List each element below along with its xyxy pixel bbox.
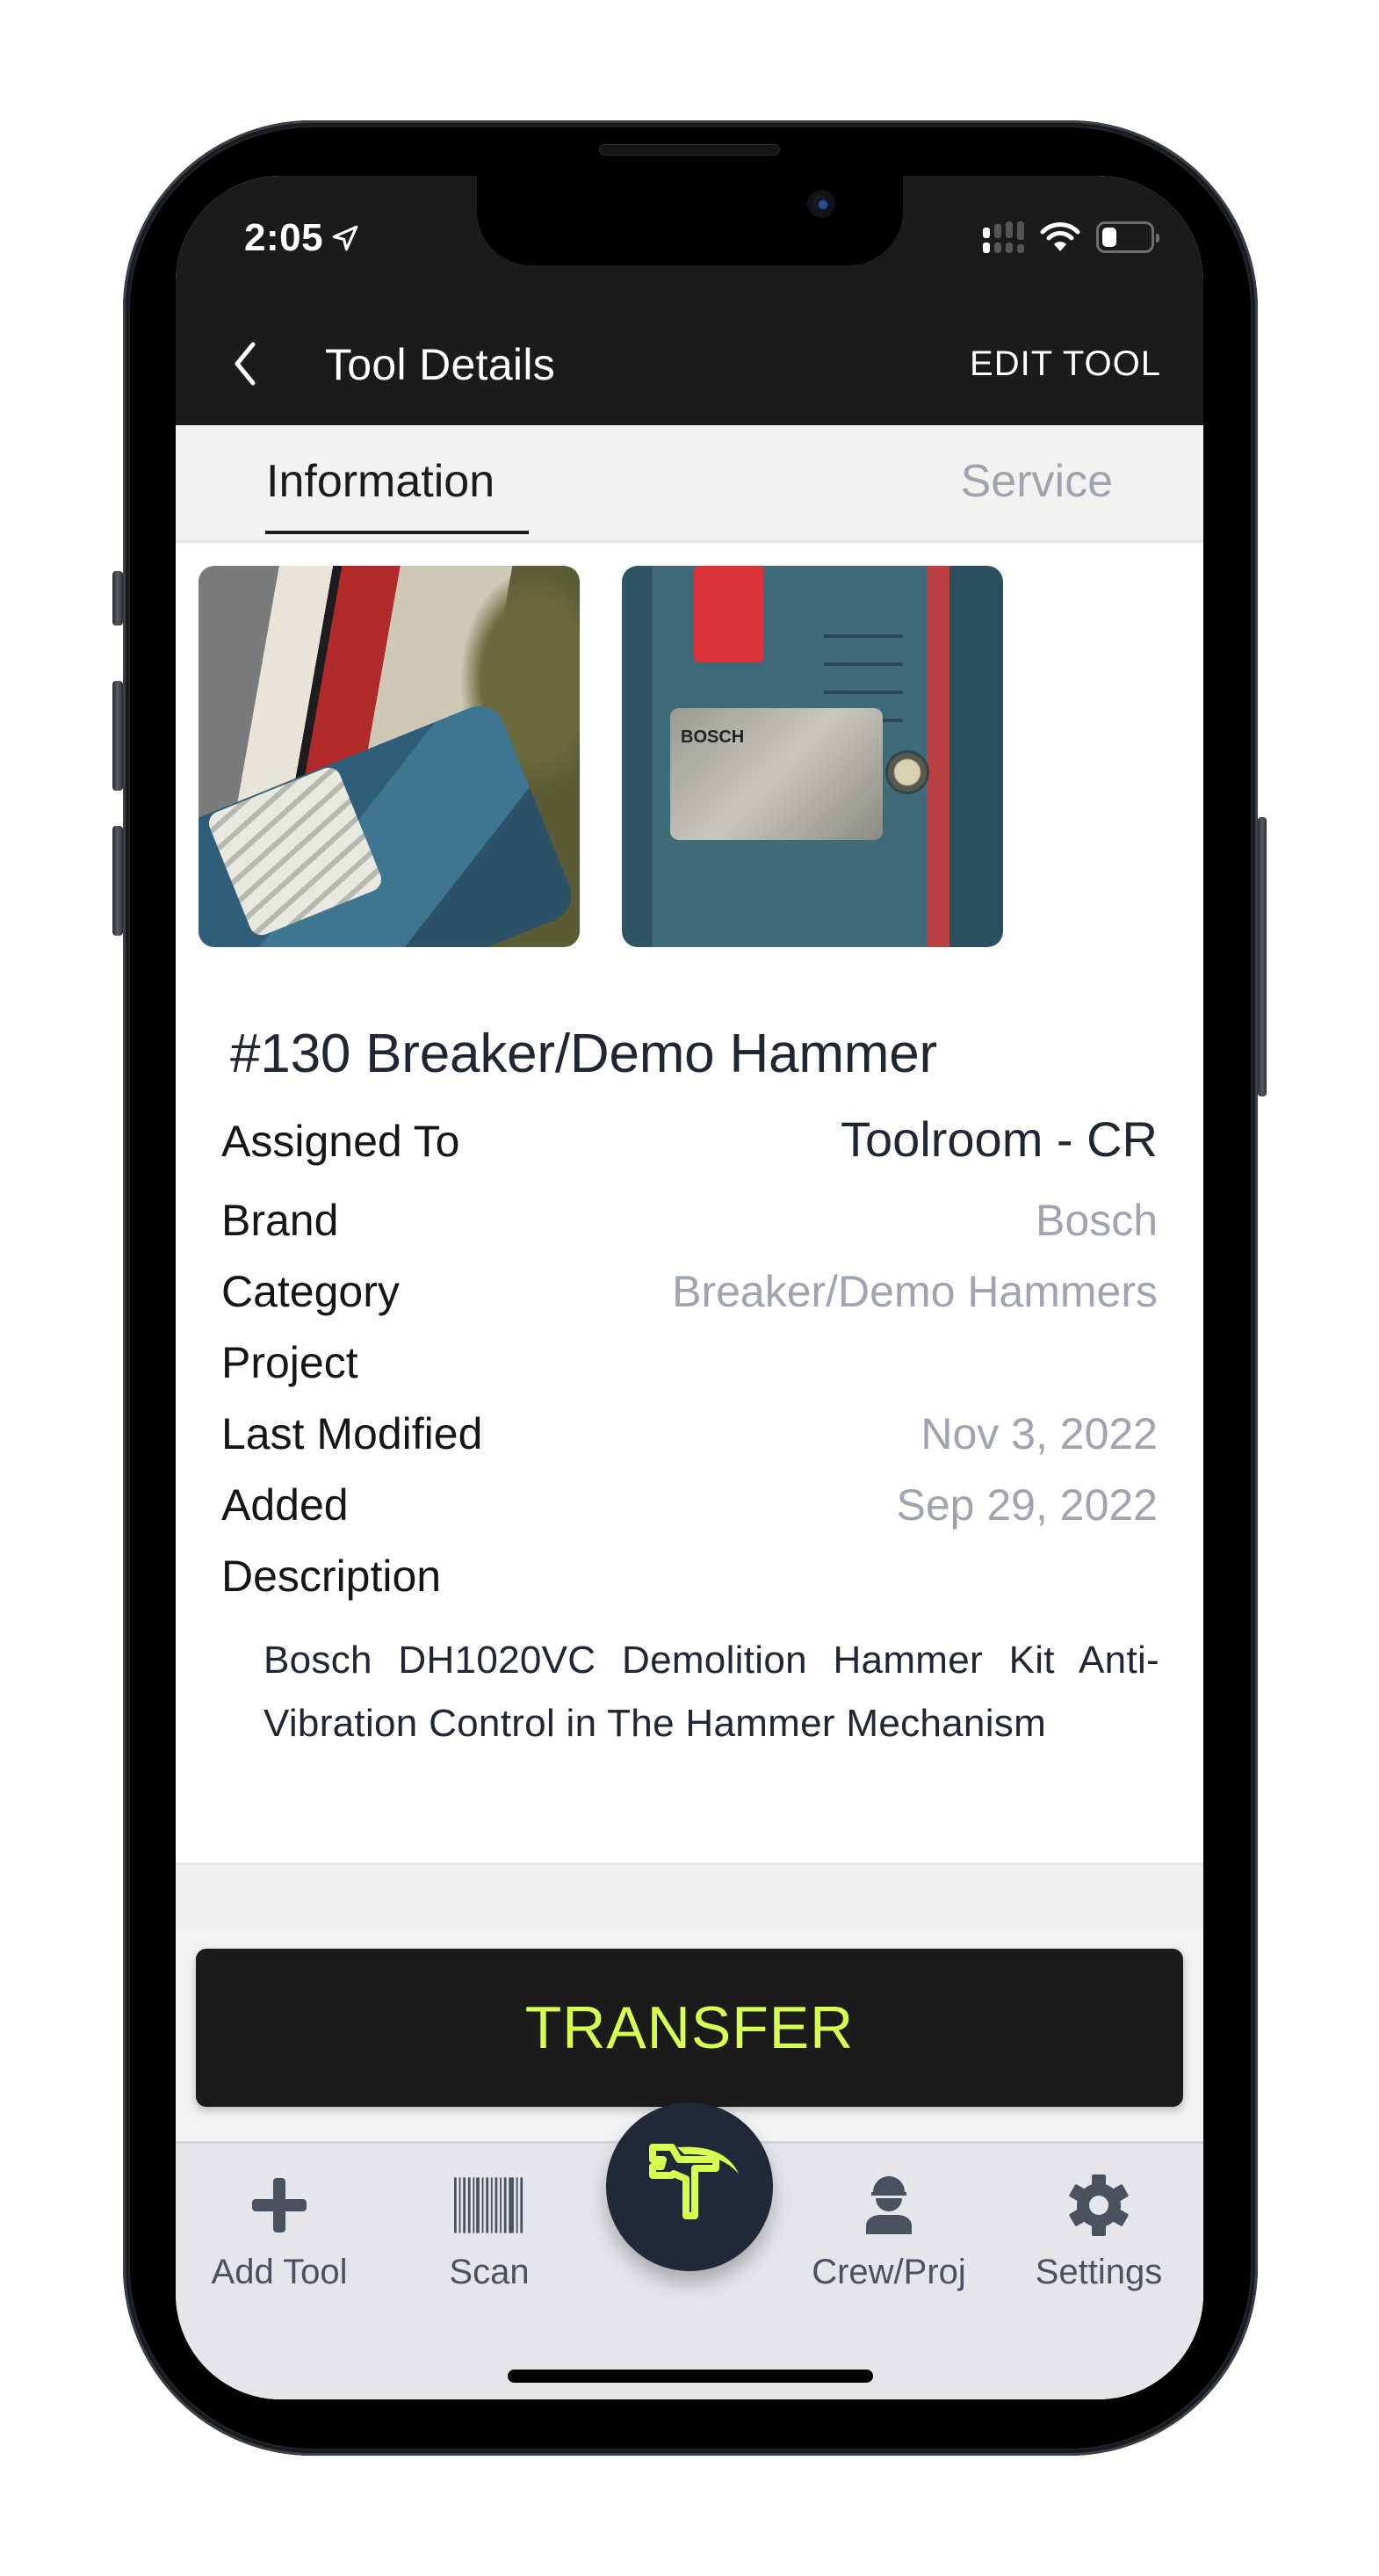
tool-photos: BOSCH (199, 566, 1003, 947)
cellular-signal-icon (983, 221, 1024, 253)
tabbar-item-add-tool[interactable]: Add Tool (191, 2170, 367, 2292)
detail-row-category: Category Breaker/Demo Hammers (221, 1266, 1158, 1317)
tool-photo[interactable] (199, 566, 580, 947)
tool-name: #130 Breaker/Demo Hammer (230, 1024, 937, 1084)
detail-label: Added (221, 1480, 349, 1530)
spacer (176, 1865, 1203, 1928)
detail-value: Sep 29, 2022 (896, 1480, 1159, 1530)
notch (477, 176, 903, 265)
detail-label: Brand (221, 1196, 339, 1245)
tab-information[interactable]: Information (266, 455, 495, 508)
detail-value: Breaker/Demo Hammers (672, 1267, 1158, 1316)
detail-row-assigned-to: Assigned To Toolroom - CR (221, 1111, 1158, 1168)
volume-up-button (112, 681, 123, 791)
tabbar-item-scan[interactable]: Scan (401, 2170, 577, 2292)
detail-row-added: Added Sep 29, 2022 (221, 1480, 1158, 1530)
toolbox-logo-icon (649, 2144, 739, 2219)
nameplate-text: BOSCH (681, 727, 745, 747)
home-logo-button[interactable] (606, 2102, 773, 2271)
wifi-icon (1040, 222, 1080, 251)
silent-switch (112, 571, 123, 626)
detail-value: Nov 3, 2022 (921, 1409, 1158, 1458)
power-button (1258, 817, 1267, 1096)
battery-icon (1096, 221, 1159, 253)
worker-icon (854, 2170, 924, 2240)
front-camera (812, 195, 830, 213)
gear-icon (1064, 2170, 1134, 2240)
status-icons (983, 221, 1159, 253)
edit-tool-button[interactable]: EDIT TOOL (970, 344, 1161, 384)
volume-down-button (112, 826, 123, 936)
plus-icon (244, 2170, 314, 2240)
tabbar-label: Settings (1035, 2253, 1163, 2291)
transfer-button[interactable]: TRANSFER (196, 1949, 1183, 2107)
detail-row-description: Description (221, 1551, 1158, 1602)
tabbar-item-settings[interactable]: Settings (1011, 2170, 1187, 2292)
segmented-tabs: Information Service (176, 425, 1203, 543)
detail-value: Toolroom - CR (841, 1111, 1158, 1167)
detail-value: Bosch (1036, 1196, 1158, 1245)
detail-label: Description (221, 1552, 442, 1601)
status-time: 2:05 (244, 216, 360, 260)
active-tab-indicator (265, 531, 529, 534)
tabbar-label: Scan (449, 2253, 530, 2291)
tool-description: Bosch DH1020VC Demolition Hammer Kit Ant… (264, 1639, 1159, 1745)
home-indicator[interactable] (508, 2370, 873, 2383)
detail-row-project: Project (221, 1337, 1158, 1388)
clock: 2:05 (244, 216, 324, 259)
nav-header: 2:05 Tool Details EDIT TOOL (176, 176, 1203, 425)
detail-label: Last Modified (221, 1409, 483, 1458)
tabbar-label: Crew/Proj (812, 2253, 966, 2291)
detail-row-last-modified: Last Modified Nov 3, 2022 (221, 1408, 1158, 1459)
earpiece-speaker (599, 144, 780, 156)
detail-label: Project (221, 1338, 358, 1387)
tabbar-label: Add Tool (211, 2253, 348, 2291)
tabbar-item-crew-proj[interactable]: Crew/Proj (801, 2170, 977, 2292)
barcode-icon (454, 2170, 524, 2240)
back-button[interactable] (227, 337, 262, 390)
app-screen: 2:05 Tool Details EDIT TOOL Information … (176, 176, 1203, 2399)
tool-photo[interactable]: BOSCH (622, 566, 1003, 947)
detail-row-brand: Brand Bosch (221, 1195, 1158, 1246)
tab-service[interactable]: Service (961, 455, 1113, 508)
detail-label: Assigned To (221, 1117, 460, 1166)
page-title: Tool Details (325, 340, 556, 389)
battery-level (1102, 228, 1116, 247)
detail-label: Category (221, 1267, 400, 1316)
location-arrow-icon (332, 225, 358, 251)
